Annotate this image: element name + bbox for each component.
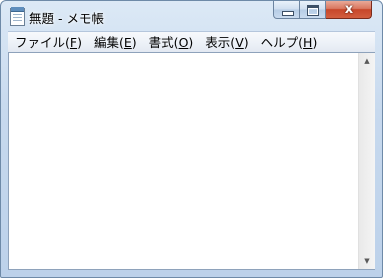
minimize-button[interactable] — [273, 1, 300, 19]
text-editor[interactable] — [9, 53, 358, 269]
vertical-scrollbar[interactable]: ▲ ▼ — [358, 53, 375, 269]
maximize-button[interactable] — [300, 1, 326, 19]
menu-view[interactable]: 表示(V) — [199, 33, 254, 52]
menu-bar: ファイル(F) 編集(E) 書式(O) 表示(V) ヘルプ(H) — [8, 31, 375, 52]
window-title: 無題 - メモ帳 — [29, 11, 104, 26]
menu-format[interactable]: 書式(O) — [143, 33, 200, 52]
title-bar[interactable]: 無題 - メモ帳 x — [1, 1, 382, 31]
menu-file[interactable]: ファイル(F) — [8, 33, 88, 52]
editor-area: ▲ ▼ — [8, 52, 375, 270]
menu-help[interactable]: ヘルプ(H) — [255, 33, 324, 52]
scroll-up-arrow-icon[interactable]: ▲ — [359, 53, 375, 69]
menu-edit[interactable]: 編集(E) — [88, 33, 143, 52]
minimize-icon — [282, 11, 294, 16]
close-button[interactable]: x — [326, 1, 372, 19]
notepad-icon[interactable] — [10, 7, 25, 26]
maximize-icon — [307, 5, 319, 16]
notepad-window: 無題 - メモ帳 x ファイル(F) 編集(E) 書式(O) 表示(V) ヘルプ… — [0, 0, 383, 278]
caption-buttons: x — [273, 1, 372, 20]
scroll-down-arrow-icon[interactable]: ▼ — [359, 253, 375, 269]
close-icon: x — [344, 2, 354, 17]
